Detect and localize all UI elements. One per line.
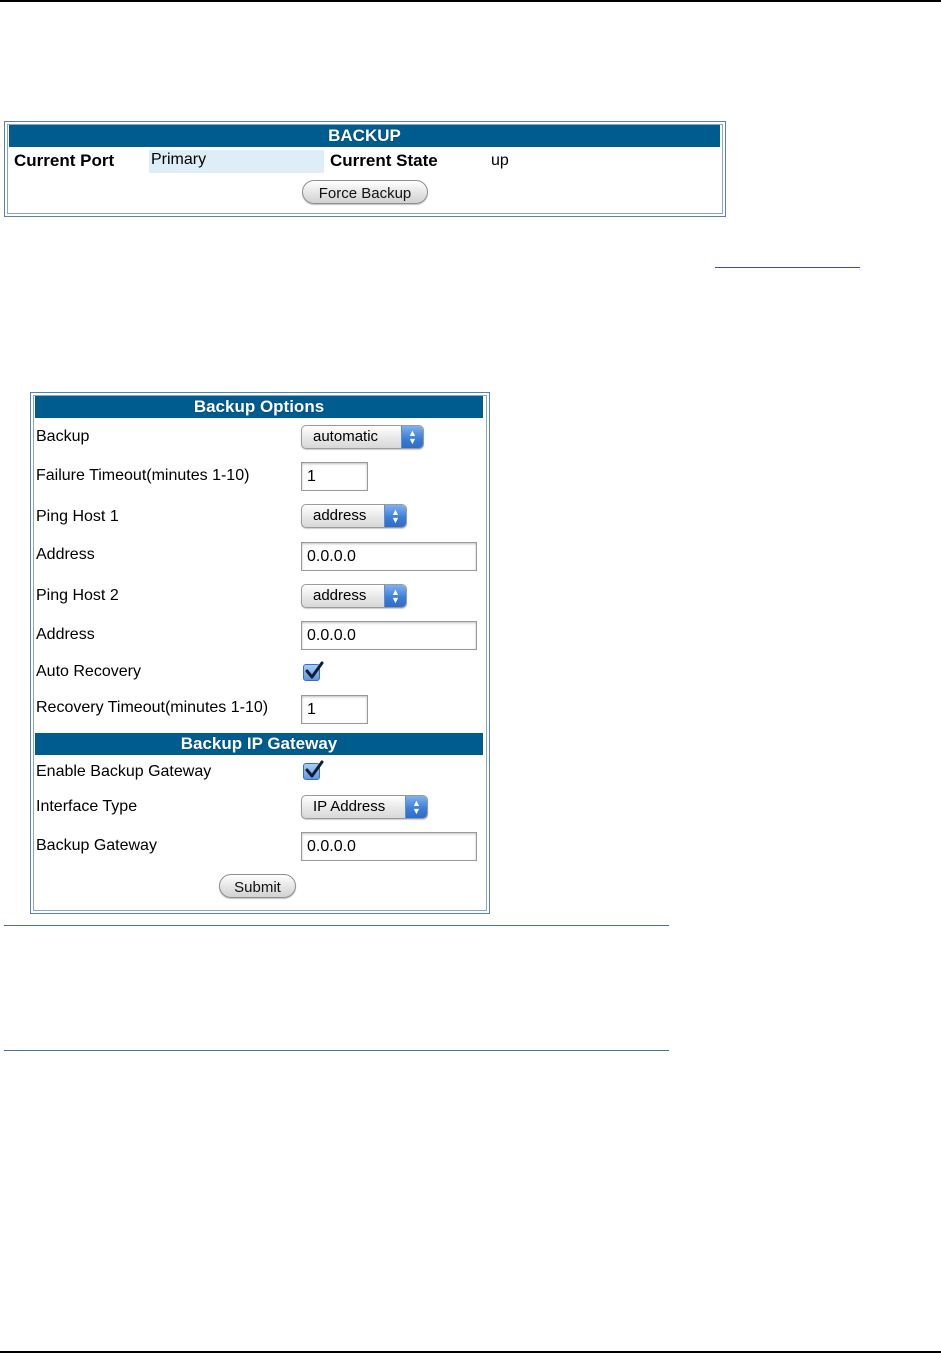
interface-type-value: IP Address xyxy=(313,798,386,815)
ping-host2-value: address xyxy=(313,587,367,604)
current-port-cell: Primary xyxy=(149,150,324,173)
failure-timeout-input[interactable]: 1 xyxy=(301,462,368,491)
enable-gateway-label: Enable Backup Gateway xyxy=(36,763,212,780)
enable-gateway-checkbox[interactable] xyxy=(303,760,324,780)
force-backup-button[interactable]: Force Backup xyxy=(302,180,428,204)
address2-label: Address xyxy=(36,626,95,643)
address1-label: Address xyxy=(36,546,95,563)
select-arrows-icon: ▲ ▼ xyxy=(384,585,406,607)
current-state-value: up xyxy=(491,152,509,169)
backup-options-title: Backup Options xyxy=(35,396,483,418)
checkmark-icon xyxy=(305,661,324,679)
ping-host1-select[interactable]: address ▲ ▼ xyxy=(301,504,407,528)
current-port-label: Current Port xyxy=(14,151,115,170)
auto-recovery-checkbox[interactable] xyxy=(303,661,324,681)
link-underline[interactable] xyxy=(715,267,860,268)
auto-recovery-label: Auto Recovery xyxy=(36,663,141,680)
address1-input[interactable]: 0.0.0.0 xyxy=(301,542,477,571)
divider-bottom xyxy=(4,1050,669,1051)
ping-host1-label: Ping Host 1 xyxy=(36,508,119,525)
failure-timeout-label: Failure Timeout(minutes 1-10) xyxy=(36,467,250,484)
bottom-rule xyxy=(0,1351,941,1353)
backup-status-panel: BACKUP Current Port Primary Current Stat… xyxy=(4,121,726,217)
backup-mode-value: automatic xyxy=(313,428,379,445)
select-arrows-icon: ▲ ▼ xyxy=(401,426,423,448)
backup-panel-title: BACKUP xyxy=(9,125,720,147)
ping-host1-value: address xyxy=(313,507,367,524)
address2-input[interactable]: 0.0.0.0 xyxy=(301,621,477,650)
checkmark-icon xyxy=(305,760,324,778)
backup-gateway-title: Backup IP Gateway xyxy=(35,733,483,755)
divider-top xyxy=(4,925,669,926)
ping-host2-label: Ping Host 2 xyxy=(36,587,119,604)
backup-label: Backup xyxy=(36,428,90,445)
current-state-label: Current State xyxy=(330,151,438,170)
recovery-timeout-label: Recovery Timeout(minutes 1-10) xyxy=(36,699,269,716)
recovery-timeout-input[interactable]: 1 xyxy=(301,695,368,724)
backup-gateway-input[interactable]: 0.0.0.0 xyxy=(301,832,477,861)
submit-button[interactable]: Submit xyxy=(219,874,296,898)
select-arrows-icon: ▲ ▼ xyxy=(384,505,406,527)
interface-type-label: Interface Type xyxy=(36,798,138,815)
ping-host2-select[interactable]: address ▲ ▼ xyxy=(301,584,407,608)
backup-mode-select[interactable]: automatic ▲ ▼ xyxy=(301,425,424,449)
current-port-value: Primary xyxy=(151,151,207,168)
interface-type-select[interactable]: IP Address ▲ ▼ xyxy=(301,795,428,819)
select-arrows-icon: ▲ ▼ xyxy=(405,796,427,818)
backup-gateway-label: Backup Gateway xyxy=(36,837,157,854)
top-rule xyxy=(0,0,941,2)
